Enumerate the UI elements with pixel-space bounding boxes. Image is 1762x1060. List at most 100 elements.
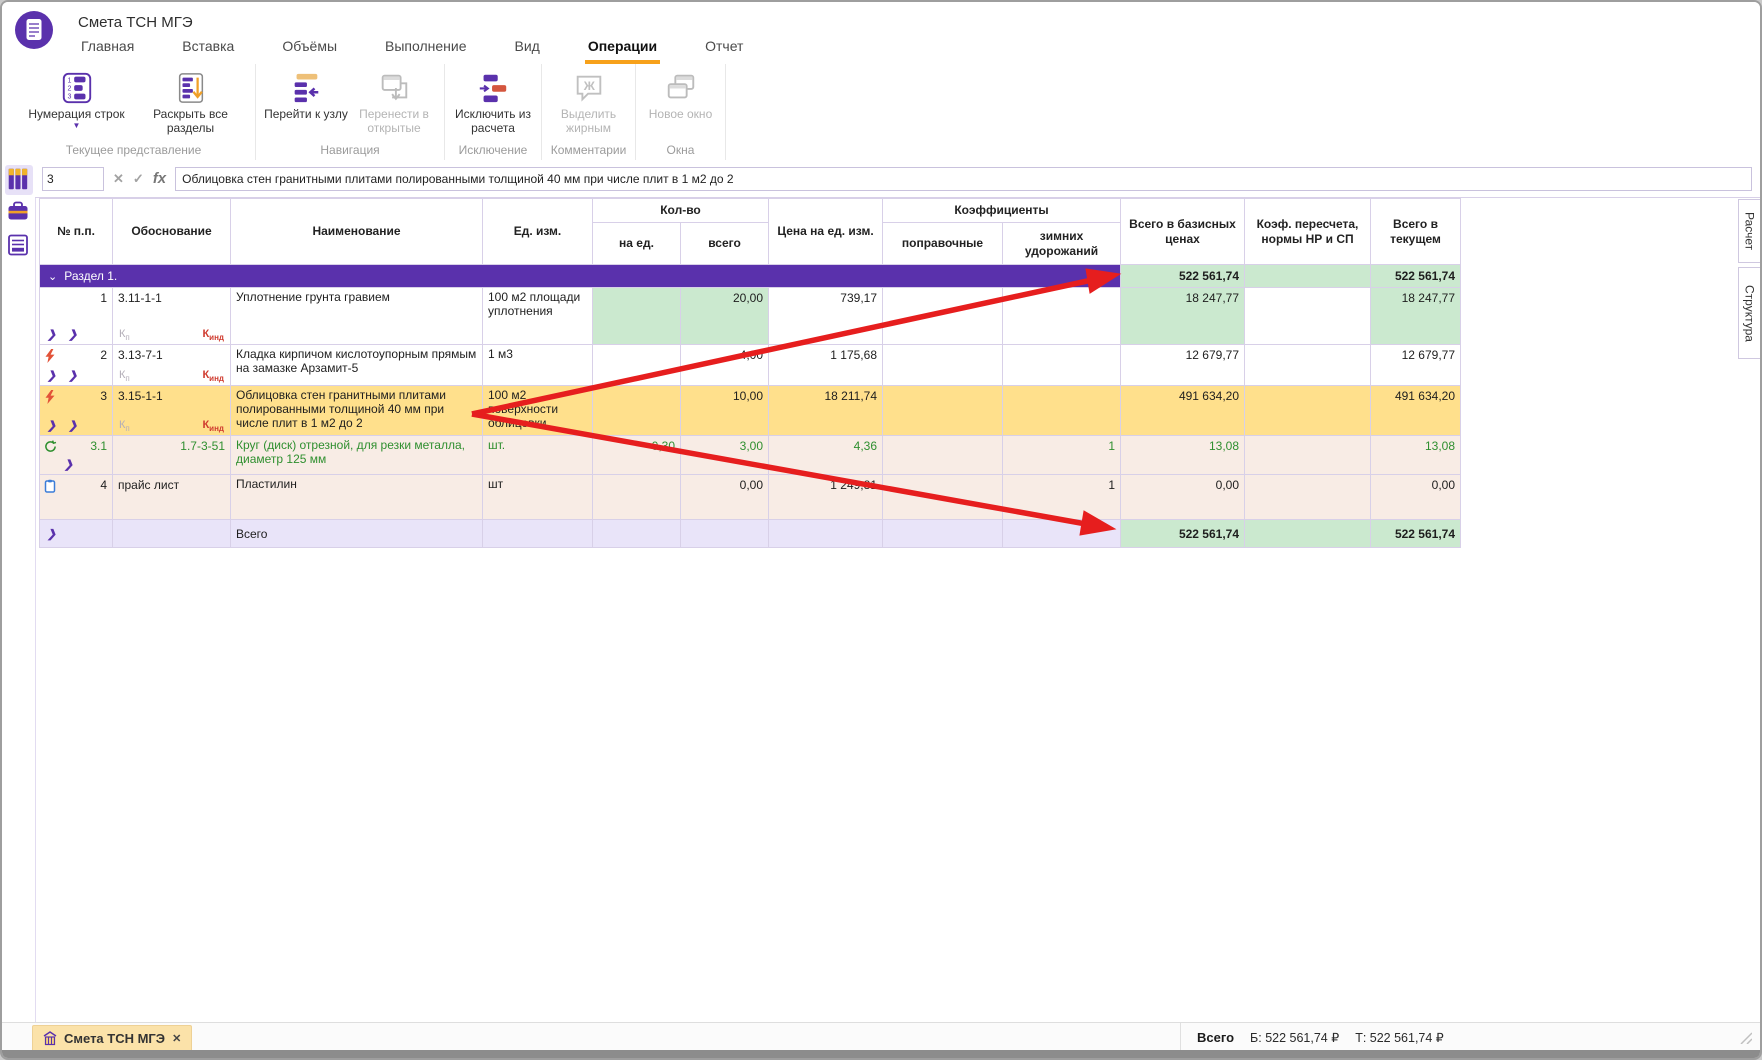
- cell-unit[interactable]: шт.: [483, 436, 593, 475]
- cell-basis[interactable]: 3.15-1-1 Кп Кинд: [113, 386, 231, 436]
- section-cell[interactable]: ⌄Раздел 1.: [40, 265, 1121, 288]
- cell-basis[interactable]: 3.11-1-1 Кп Кинд: [113, 288, 231, 345]
- cell-qty-per[interactable]: [593, 288, 681, 345]
- cell-price[interactable]: 1 249,81: [769, 475, 883, 520]
- estimate-row-selected: 3 ❯❯ 3.15-1-1 Кп Кинд Облицовка стен гра…: [40, 386, 1461, 436]
- expand-chevron-icon[interactable]: ❯❯: [47, 328, 77, 341]
- cell-row-num[interactable]: 2 ❯❯: [40, 345, 113, 386]
- grand-total-recalc[interactable]: [1245, 520, 1371, 548]
- cell-total-current[interactable]: 18 247,77: [1371, 288, 1461, 345]
- cell-qty-per[interactable]: [593, 345, 681, 386]
- section-row[interactable]: ⌄Раздел 1. 522 561,74 522 561,74: [40, 265, 1461, 288]
- ribbon-group-label: Текущее представление: [12, 143, 255, 157]
- cell-recalc[interactable]: [1245, 386, 1371, 436]
- side-tab-structure[interactable]: Структура: [1738, 267, 1761, 359]
- section-recalc-cell[interactable]: [1245, 265, 1371, 288]
- section-total-current[interactable]: 522 561,74: [1371, 265, 1461, 288]
- cell-price[interactable]: 1 175,68: [769, 345, 883, 386]
- cell-qty-total[interactable]: 10,00: [681, 386, 769, 436]
- tab-vid[interactable]: Вид: [512, 38, 543, 64]
- cell-row-num[interactable]: ❯: [40, 520, 113, 548]
- tab-vypolnenie[interactable]: Выполнение: [382, 38, 469, 64]
- cell-price[interactable]: 4,36: [769, 436, 883, 475]
- cell-qty-total[interactable]: 3,00: [681, 436, 769, 475]
- cell-row-num[interactable]: 1 ❯❯: [40, 288, 113, 345]
- cell-basis[interactable]: 3.13-7-1 Кп Кинд: [113, 345, 231, 386]
- expand-chevron-icon[interactable]: ❯: [47, 527, 56, 540]
- cell-row-num[interactable]: 3 ❯❯: [40, 386, 113, 436]
- grand-total-current[interactable]: 522 561,74: [1371, 520, 1461, 548]
- cell-coef-corr[interactable]: [883, 288, 1003, 345]
- cell-coef-corr[interactable]: [883, 436, 1003, 475]
- tab-operacii[interactable]: Операции: [585, 38, 660, 64]
- collapse-chevron-icon[interactable]: ⌄: [48, 270, 57, 283]
- cell-total-base[interactable]: 491 634,20: [1121, 386, 1245, 436]
- cell-coef-corr[interactable]: [883, 345, 1003, 386]
- tab-glavnaya[interactable]: Главная: [78, 38, 137, 64]
- report-view-icon[interactable]: [6, 233, 32, 261]
- cell-basis[interactable]: прайс лист: [113, 475, 231, 520]
- cell-total-base[interactable]: 12 679,77: [1121, 345, 1245, 386]
- cell-qty-total[interactable]: 0,00: [681, 475, 769, 520]
- window-bottom-edge: [2, 1050, 1760, 1058]
- expand-chevron-icon[interactable]: ❯: [64, 458, 73, 471]
- cell-qty-per[interactable]: [593, 386, 681, 436]
- cell-coef-winter[interactable]: [1003, 288, 1121, 345]
- cell-coef-winter[interactable]: [1003, 386, 1121, 436]
- cell-row-num[interactable]: 4: [40, 475, 113, 520]
- estimate-view-icon[interactable]: [5, 165, 33, 195]
- section-total-base[interactable]: 522 561,74: [1121, 265, 1245, 288]
- cell-unit[interactable]: 100 м2 поверхности облицовки: [483, 386, 593, 436]
- expand-chevron-icon[interactable]: ❯❯: [47, 419, 77, 432]
- cell-row-num[interactable]: 3.1 ❯: [40, 436, 113, 475]
- cell-price[interactable]: 739,17: [769, 288, 883, 345]
- cell-qty-total[interactable]: 20,00: [681, 288, 769, 345]
- cell-total-current[interactable]: 491 634,20: [1371, 386, 1461, 436]
- cell-unit[interactable]: 1 м3: [483, 345, 593, 386]
- cell-recalc[interactable]: [1245, 345, 1371, 386]
- cell-qty-total[interactable]: 4,00: [681, 345, 769, 386]
- cell-name[interactable]: Пластилин: [231, 475, 483, 520]
- cell-coef-winter[interactable]: 1: [1003, 475, 1121, 520]
- cell-recalc[interactable]: [1245, 436, 1371, 475]
- row-reference-input[interactable]: [42, 167, 104, 191]
- cell-qty-per[interactable]: [593, 475, 681, 520]
- document-tab[interactable]: Смета ТСН МГЭ ✕: [32, 1025, 192, 1051]
- cell-unit[interactable]: 100 м2 площади уплотнения: [483, 288, 593, 345]
- cell-qty-per[interactable]: 0,30: [593, 436, 681, 475]
- fx-icon[interactable]: fx: [153, 170, 166, 187]
- expand-chevron-icon[interactable]: ❯❯: [47, 369, 77, 382]
- tab-obyomy[interactable]: Объёмы: [279, 38, 340, 64]
- cell-recalc[interactable]: [1245, 475, 1371, 520]
- cell-unit[interactable]: шт: [483, 475, 593, 520]
- tab-otchet[interactable]: Отчет: [702, 38, 746, 64]
- side-tab-calculation[interactable]: Расчет: [1738, 199, 1761, 263]
- dropdown-caret-icon[interactable]: ▼: [73, 122, 81, 130]
- cell-coef-winter[interactable]: 1: [1003, 436, 1121, 475]
- cell-name[interactable]: Облицовка стен гранитными плитами полиро…: [231, 386, 483, 436]
- resize-grip-icon[interactable]: [1739, 1031, 1752, 1044]
- cell-name[interactable]: Уплотнение грунта гравием: [231, 288, 483, 345]
- cell-total-base[interactable]: 18 247,77: [1121, 288, 1245, 345]
- cell-recalc[interactable]: [1245, 288, 1371, 345]
- grand-total-base[interactable]: 522 561,74: [1121, 520, 1245, 548]
- formula-accept-icon[interactable]: ✓: [133, 171, 144, 187]
- cell-total-current[interactable]: 12 679,77: [1371, 345, 1461, 386]
- cell-coef-corr[interactable]: [883, 475, 1003, 520]
- cell-total-base[interactable]: 0,00: [1121, 475, 1245, 520]
- cell-price[interactable]: 18 211,74: [769, 386, 883, 436]
- cell-total-current[interactable]: 13,08: [1371, 436, 1461, 475]
- cell-total-base[interactable]: 13,08: [1121, 436, 1245, 475]
- cell-name[interactable]: Кладка кирпичом кислотоупорным прямым на…: [231, 345, 483, 386]
- formula-cancel-icon[interactable]: ✕: [113, 171, 124, 187]
- cell-total-current[interactable]: 0,00: [1371, 475, 1461, 520]
- cell-coef-winter[interactable]: [1003, 345, 1121, 386]
- tab-vstavka[interactable]: Вставка: [179, 38, 237, 64]
- formula-input[interactable]: [175, 167, 1752, 191]
- cell-basis[interactable]: 1.7-3-51: [113, 436, 231, 475]
- cell-coef-corr[interactable]: [883, 386, 1003, 436]
- cell-name[interactable]: Круг (диск) отрезной, для резки металла,…: [231, 436, 483, 475]
- briefcase-view-icon[interactable]: [6, 200, 32, 228]
- close-icon[interactable]: ✕: [172, 1032, 181, 1045]
- cell-basis[interactable]: [113, 520, 231, 548]
